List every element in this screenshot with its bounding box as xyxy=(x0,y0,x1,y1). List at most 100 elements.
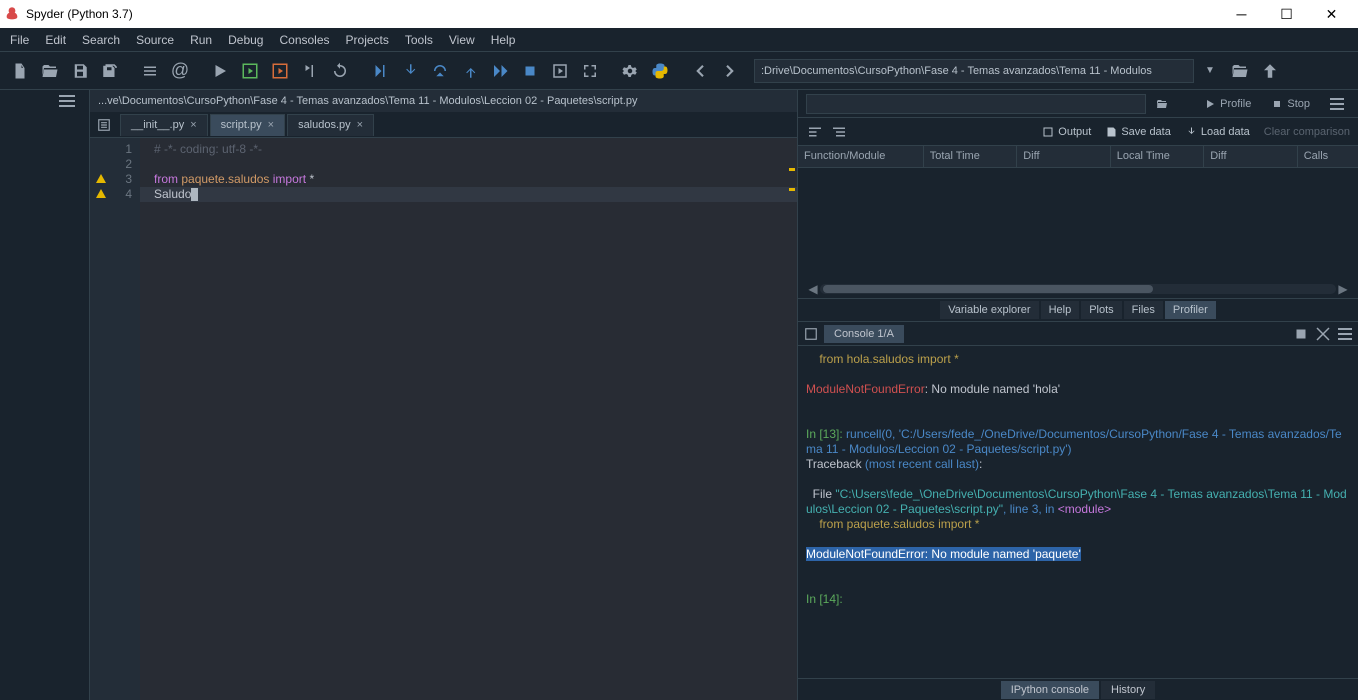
back-icon[interactable] xyxy=(686,57,714,85)
right-pane: Profile Stop Output Save data Load data … xyxy=(798,90,1358,700)
maximize-editor-icon[interactable] xyxy=(576,57,604,85)
open-file-icon[interactable] xyxy=(36,57,64,85)
line-gutter: 1 2 3 4 xyxy=(90,138,140,700)
close-icon[interactable]: × xyxy=(190,119,196,131)
menu-projects[interactable]: Projects xyxy=(338,30,397,50)
maximize-button[interactable]: ☐ xyxy=(1264,0,1309,28)
menu-consoles[interactable]: Consoles xyxy=(271,30,337,50)
python-path-icon[interactable] xyxy=(646,57,674,85)
run-icon[interactable] xyxy=(206,57,234,85)
warning-marker[interactable]: 4 xyxy=(90,187,140,202)
clear-comparison-button[interactable]: Clear comparison xyxy=(1264,126,1350,138)
load-data-button[interactable]: Load data xyxy=(1185,126,1250,138)
horizontal-scrollbar[interactable]: ◀▶ xyxy=(806,282,1350,296)
left-sidebar xyxy=(0,90,90,700)
console-output[interactable]: from hola.saludos import * ModuleNotFoun… xyxy=(798,346,1358,678)
menu-help[interactable]: Help xyxy=(483,30,524,50)
minimize-button[interactable]: ─ xyxy=(1219,0,1264,28)
console-pane: Console 1/A from hola.saludos import * M… xyxy=(798,322,1358,700)
run-selection-icon[interactable] xyxy=(296,57,324,85)
menubar: File Edit Search Source Run Debug Consol… xyxy=(0,28,1358,52)
menu-run[interactable]: Run xyxy=(182,30,220,50)
expand-all-icon[interactable] xyxy=(830,123,848,141)
save-all-icon[interactable] xyxy=(96,57,124,85)
scrollbar-markers xyxy=(789,138,795,700)
tab-ipython-console[interactable]: IPython console xyxy=(1001,681,1099,699)
browse-dir-icon[interactable] xyxy=(1226,57,1254,85)
close-icon[interactable]: × xyxy=(357,119,363,131)
new-file-icon[interactable] xyxy=(6,57,34,85)
stop-button[interactable]: Stop xyxy=(1265,96,1316,112)
menu-file[interactable]: File xyxy=(2,30,37,50)
debug-stepout-icon[interactable] xyxy=(456,57,484,85)
text-cursor xyxy=(191,188,198,201)
run-cell-advance-icon[interactable] xyxy=(266,57,294,85)
console-bottom-tabs: IPython console History xyxy=(798,678,1358,700)
tab-profiler[interactable]: Profiler xyxy=(1165,301,1216,319)
menu-source[interactable]: Source xyxy=(128,30,182,50)
profile-button[interactable]: Profile xyxy=(1198,96,1257,112)
save-icon[interactable] xyxy=(66,57,94,85)
debug-stepinto-icon[interactable] xyxy=(396,57,424,85)
titlebar: Spyder (Python 3.7) ─ ☐ ✕ xyxy=(0,0,1358,28)
close-button[interactable]: ✕ xyxy=(1309,0,1354,28)
save-data-button[interactable]: Save data xyxy=(1105,126,1171,138)
tab-saludos-py[interactable]: saludos.py × xyxy=(287,114,374,136)
profiler-path-input[interactable] xyxy=(806,94,1146,114)
profiler-table-header: Function/Module Total Time Diff Local Ti… xyxy=(798,146,1358,168)
working-directory-input[interactable]: :Drive\Documentos\CursoPython\Fase 4 - T… xyxy=(754,59,1194,83)
debug-stepover-icon[interactable] xyxy=(426,57,454,85)
tab-plots[interactable]: Plots xyxy=(1081,301,1121,319)
interrupt-kernel-icon[interactable] xyxy=(1292,325,1310,343)
list-icon[interactable] xyxy=(136,57,164,85)
console-tab-1a[interactable]: Console 1/A xyxy=(824,325,904,343)
editor-tabs-list-icon[interactable] xyxy=(94,115,114,135)
menu-debug[interactable]: Debug xyxy=(220,30,271,50)
editor-breadcrumb: ...ve\Documentos\CursoPython\Fase 4 - Te… xyxy=(90,90,797,112)
options-menu-icon[interactable] xyxy=(59,100,79,116)
tab-label: __init__.py xyxy=(131,119,184,131)
tab-script-py[interactable]: script.py × xyxy=(210,114,285,136)
preferences-icon[interactable] xyxy=(616,57,644,85)
tab-label: script.py xyxy=(221,119,262,131)
debug-run-icon[interactable] xyxy=(546,57,574,85)
tab-label: saludos.py xyxy=(298,119,351,131)
window-title: Spyder (Python 3.7) xyxy=(26,7,1219,21)
debug-continue-icon[interactable] xyxy=(486,57,514,85)
tab-help[interactable]: Help xyxy=(1041,301,1080,319)
debug-step-icon[interactable] xyxy=(366,57,394,85)
console-options-icon[interactable] xyxy=(1336,325,1354,343)
collapse-all-icon[interactable] xyxy=(806,123,824,141)
main-toolbar: @ :Drive\Documentos\CursoPython\Fase 4 -… xyxy=(0,52,1358,90)
menu-tools[interactable]: Tools xyxy=(397,30,441,50)
tab-init-py[interactable]: __init__.py × xyxy=(120,114,208,136)
editor-pane: ...ve\Documentos\CursoPython\Fase 4 - Te… xyxy=(90,90,798,700)
tab-variable-explorer[interactable]: Variable explorer xyxy=(940,301,1038,319)
console-tabs-list-icon[interactable] xyxy=(802,325,820,343)
warning-marker[interactable]: 3 xyxy=(90,172,140,187)
menu-view[interactable]: View xyxy=(441,30,483,50)
menu-search[interactable]: Search xyxy=(74,30,128,50)
debug-stop-icon[interactable] xyxy=(516,57,544,85)
cwd-dropdown-icon[interactable]: ▼ xyxy=(1196,57,1224,85)
clear-console-icon[interactable] xyxy=(1314,325,1332,343)
tab-history[interactable]: History xyxy=(1101,681,1155,699)
parent-dir-icon[interactable] xyxy=(1256,57,1284,85)
menu-edit[interactable]: Edit xyxy=(37,30,74,50)
profiler-table-body: ◀▶ xyxy=(798,168,1358,298)
profiler-toolbar-2: Output Save data Load data Clear compari… xyxy=(798,118,1358,146)
output-button[interactable]: Output xyxy=(1042,126,1091,138)
profiler-options-icon[interactable] xyxy=(1324,101,1350,107)
browse-icon[interactable] xyxy=(1150,96,1174,112)
at-icon[interactable]: @ xyxy=(166,57,194,85)
restart-kernel-icon[interactable] xyxy=(326,57,354,85)
close-icon[interactable]: × xyxy=(268,119,274,131)
console-tabs: Console 1/A xyxy=(798,322,1358,346)
tab-files[interactable]: Files xyxy=(1124,301,1163,319)
forward-icon[interactable] xyxy=(716,57,744,85)
run-cell-icon[interactable] xyxy=(236,57,264,85)
right-pane-tabs: Variable explorer Help Plots Files Profi… xyxy=(798,298,1358,322)
editor-tabs: __init__.py × script.py × saludos.py × xyxy=(90,112,797,138)
code-editor[interactable]: 1 2 3 4 # -*- coding: utf-8 -*- from paq… xyxy=(90,138,797,700)
profiler-toolbar: Profile Stop xyxy=(798,90,1358,118)
